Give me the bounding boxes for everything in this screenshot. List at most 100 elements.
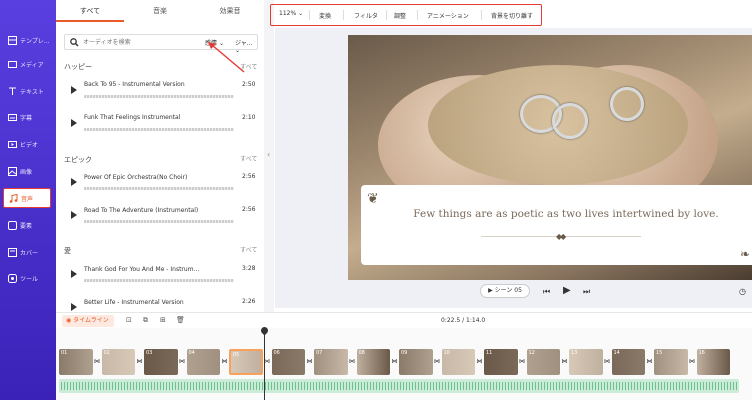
tab-music[interactable]: 音楽 — [126, 0, 194, 22]
sidebar-item-text[interactable]: テキスト — [3, 81, 51, 101]
elements-icon — [7, 220, 17, 230]
track-name[interactable]: Power Of Epic Orchestra(No Choir) — [84, 174, 187, 181]
play-icon[interactable] — [71, 178, 77, 186]
waveform — [84, 95, 234, 98]
timeline-clip[interactable]: 16 — [696, 349, 730, 375]
copy-icon[interactable]: ⊞ — [160, 316, 166, 324]
transition-icon[interactable]: ⋈ — [221, 356, 229, 368]
previous-icon[interactable]: ⏮ — [543, 287, 550, 297]
clip-number: 09 — [401, 350, 408, 356]
search-input[interactable] — [83, 37, 178, 48]
timeline-clip[interactable]: 09 — [399, 349, 433, 375]
track-name[interactable]: Funk That Feelings Instrumental — [84, 114, 180, 121]
collapse-panel-icon[interactable]: ‹ — [267, 150, 273, 164]
timeline-clip[interactable]: 15 — [654, 349, 688, 375]
remove-background-button[interactable]: 背景を切り離す — [491, 11, 533, 20]
category-title-epic: エピック — [64, 156, 92, 164]
timeline-button[interactable]: ◉ タイムライン — [62, 315, 114, 327]
zoom-dropdown[interactable]: 112% ⌄ — [279, 10, 303, 17]
audio-waveform — [61, 382, 737, 390]
transition-icon[interactable]: ⋈ — [433, 356, 441, 368]
timeline-clip[interactable]: 05 — [229, 349, 263, 375]
sidebar-item-label: カバー — [20, 249, 39, 257]
sidebar-item-tools[interactable]: ツール — [3, 268, 51, 288]
transition-icon[interactable]: ⋈ — [476, 356, 484, 368]
tab-sound-effects[interactable]: 効果音 — [196, 0, 264, 22]
track-name[interactable]: Road To The Adventure (Instrumental) — [84, 207, 198, 214]
transition-icon[interactable]: ⋈ — [93, 356, 101, 368]
clip-number: 04 — [188, 350, 195, 356]
quote-text[interactable]: Few things are as poetic as two lives in… — [411, 208, 721, 220]
transition-icon[interactable]: ⋈ — [561, 356, 569, 368]
duplicate-icon[interactable]: ⧉ — [143, 316, 148, 325]
text-icon — [7, 86, 17, 96]
transition-icon[interactable]: ⋈ — [348, 356, 356, 368]
track-duration: 2:50 — [242, 81, 256, 88]
audio-track[interactable] — [59, 379, 739, 393]
music-icon — [8, 193, 18, 203]
adjust-button[interactable]: 調整 — [394, 11, 406, 20]
sidebar-item-elements[interactable]: 要素 — [3, 215, 51, 235]
timeline-clip[interactable]: 10 — [441, 349, 475, 375]
ring-shape — [610, 87, 644, 121]
track-name[interactable]: Back To 95 - Instrumental Version — [84, 81, 185, 88]
timeline-clip[interactable]: 03 — [144, 349, 178, 375]
timeline-clip[interactable]: 08 — [356, 349, 390, 375]
divider — [343, 10, 344, 20]
timeline-clip[interactable]: 14 — [611, 349, 645, 375]
transition-icon[interactable]: ⋈ — [391, 356, 399, 368]
see-all-link[interactable]: すべて — [240, 245, 257, 254]
track-duration: 2:56 — [242, 206, 256, 213]
track-name[interactable]: Thank God For You And Me - Instrum... — [84, 266, 199, 273]
play-icon[interactable] — [71, 270, 77, 278]
filter-button[interactable]: フィルタ — [354, 11, 378, 20]
sidebar-item-media[interactable]: メディア — [3, 54, 51, 74]
split-icon[interactable]: ⊡ — [126, 316, 132, 324]
clip-number: 13 — [571, 350, 578, 356]
tab-all[interactable]: すべて — [56, 0, 124, 22]
divider — [386, 10, 387, 20]
timeline-clip[interactable]: 01 — [59, 349, 93, 375]
divider — [309, 10, 310, 20]
playhead[interactable] — [264, 330, 265, 400]
transition-icon[interactable]: ⋈ — [603, 356, 611, 368]
timeline-clip[interactable]: 04 — [186, 349, 220, 375]
clip-number: 02 — [103, 350, 110, 356]
transition-icon[interactable]: ⋈ — [306, 356, 314, 368]
transition-icon[interactable]: ⋈ — [518, 356, 526, 368]
transition-icon[interactable]: ⋈ — [646, 356, 654, 368]
play-icon[interactable] — [71, 86, 77, 94]
transform-button[interactable]: 変換 — [319, 11, 331, 20]
delete-icon[interactable]: 🗑 — [176, 316, 185, 324]
sidebar-item-cover[interactable]: カバー — [3, 242, 51, 262]
timeline-clip[interactable]: 02 — [101, 349, 135, 375]
play-icon[interactable] — [71, 119, 77, 127]
sidebar-item-label: ツール — [20, 275, 39, 283]
play-icon[interactable] — [71, 211, 77, 219]
sidebar-item-video[interactable]: ビデオ — [3, 134, 51, 154]
clock-icon[interactable]: ◷ — [739, 287, 746, 296]
clip-number: 11 — [486, 350, 493, 356]
sidebar-item-images[interactable]: 画像 — [3, 161, 51, 181]
timeline-clip[interactable]: 06 — [271, 349, 305, 375]
see-all-link[interactable]: すべて — [240, 154, 257, 163]
track-name[interactable]: Better Life - Instrumental Version — [84, 299, 184, 306]
timeline-clip[interactable]: 11 — [484, 349, 518, 375]
video-canvas[interactable]: ❦ Few things are as poetic as two lives … — [348, 35, 752, 280]
play-button[interactable]: ▶ — [563, 285, 571, 296]
transition-icon[interactable]: ⋈ — [136, 356, 144, 368]
timeline-track: 01 ⋈ 02 ⋈ 03 ⋈ 04 ⋈ 05 ⋈ 06 ⋈ 07 ⋈ 08 ⋈ 09 ⋈ 10 ⋈ 11 ⋈ 12 ⋈ 13 ⋈ 1… — [56, 328, 752, 400]
play-icon[interactable] — [71, 303, 77, 311]
animation-button[interactable]: アニメーション — [427, 11, 469, 20]
scene-button[interactable]: ▶ シーン 05 — [480, 284, 530, 298]
sidebar-item-templates[interactable]: テンプレ... — [3, 30, 51, 50]
quote-card[interactable]: ❦ Few things are as poetic as two lives … — [361, 185, 752, 265]
timeline-clip[interactable]: 07 — [314, 349, 348, 375]
sidebar-item-subtitles[interactable]: 字幕 — [3, 107, 51, 127]
transition-icon[interactable]: ⋈ — [178, 356, 186, 368]
timeline-clip[interactable]: 13 — [569, 349, 603, 375]
timeline-clip[interactable]: 12 — [526, 349, 560, 375]
next-icon[interactable]: ⏭ — [583, 287, 590, 297]
transition-icon[interactable]: ⋈ — [688, 356, 696, 368]
sidebar-item-audio[interactable]: 音声 — [3, 188, 51, 208]
